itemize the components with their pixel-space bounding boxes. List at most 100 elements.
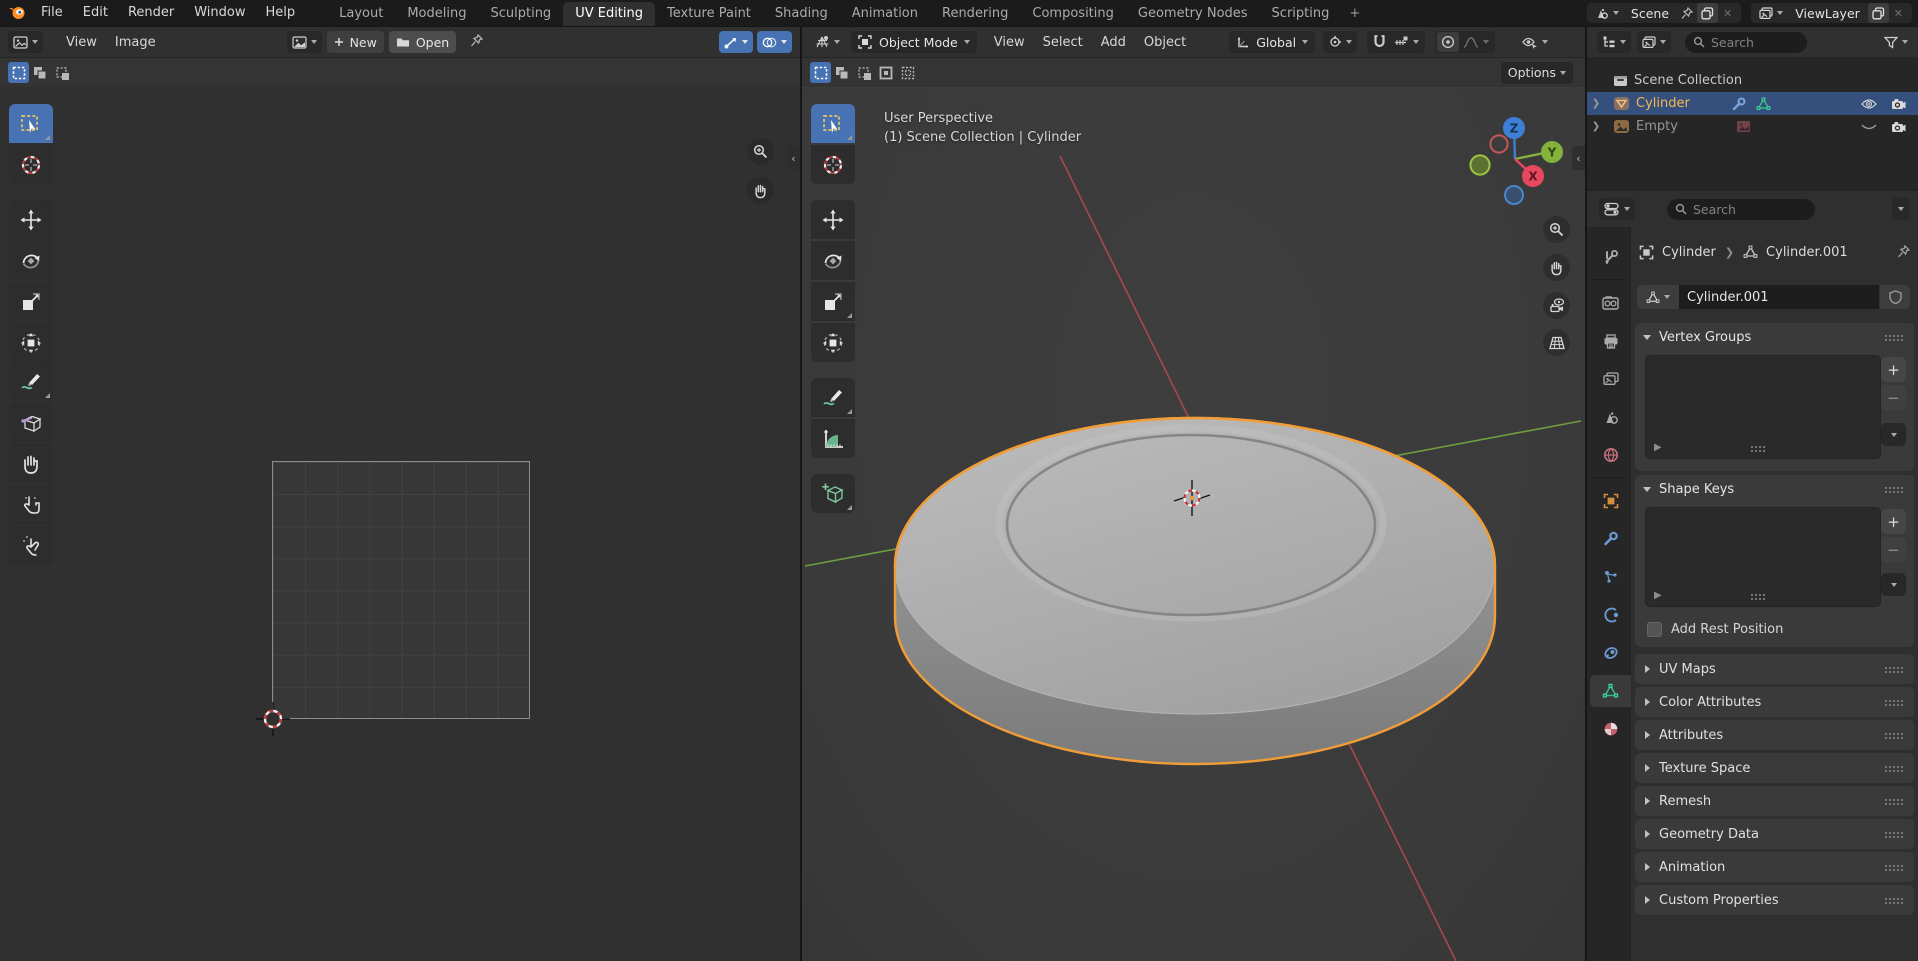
uv-show-gizmo-toggle[interactable] (719, 31, 753, 53)
uv-sidebar-toggle[interactable]: ‹ (787, 146, 800, 170)
section-custom-properties[interactable]: Custom Properties (1635, 885, 1914, 915)
cylinder-object[interactable] (895, 418, 1495, 764)
uv-tool-annotate[interactable] (9, 362, 53, 401)
vertex-groups-header[interactable]: Vertex Groups (1635, 323, 1914, 351)
uv-pin-icon[interactable] (470, 34, 483, 51)
outliner-search-input[interactable] (1711, 35, 1799, 50)
vp-menu-object[interactable]: Object (1135, 35, 1195, 50)
menu-file[interactable]: File (31, 0, 73, 26)
viewlayer-remove-button[interactable]: ✕ (1889, 7, 1908, 20)
tab-object-properties[interactable] (1590, 485, 1631, 517)
viewlayer-new-copy-button[interactable] (1868, 3, 1889, 23)
uv-zoom-button[interactable] (747, 138, 774, 165)
uv-select-mode-extend[interactable] (30, 62, 51, 83)
uv-image-browse-button[interactable] (287, 31, 322, 53)
tab-sculpting[interactable]: Sculpting (478, 2, 563, 26)
viewport-canvas[interactable]: User Perspective (1) Scene Collection | … (802, 88, 1585, 961)
modifier-wrench-icon[interactable] (1732, 97, 1746, 111)
shape-key-remove-button[interactable]: − (1881, 537, 1906, 562)
vp-tool-select-box[interactable] (811, 104, 855, 143)
vp-menu-add[interactable]: Add (1092, 35, 1135, 50)
outliner-display-mode-button[interactable] (1597, 31, 1631, 53)
shape-keys-list[interactable]: ▶ (1645, 507, 1881, 607)
vp-tool-rotate[interactable] (811, 241, 855, 280)
uv-tool-rotate[interactable] (9, 241, 53, 280)
mesh-data-icon[interactable] (1756, 97, 1771, 111)
gizmo-axis-neg-z[interactable] (1505, 186, 1523, 204)
panel-drag-grip[interactable] (1884, 334, 1904, 341)
mesh-name-field[interactable] (1679, 285, 1879, 309)
vp-tool-cursor[interactable] (811, 145, 855, 184)
blender-logo-icon[interactable] (8, 4, 27, 23)
breadcrumb-data-name[interactable]: Cylinder.001 (1766, 245, 1848, 260)
vp-tool-add-cube[interactable] (811, 474, 855, 513)
snap-toggle-magnet[interactable] (1369, 32, 1390, 52)
shape-key-add-button[interactable]: + (1881, 509, 1906, 534)
tab-scene-properties[interactable] (1590, 401, 1631, 433)
uv-tool-move[interactable] (9, 200, 53, 239)
uv-tool-select-box[interactable] (9, 104, 53, 143)
tab-particle-properties[interactable] (1590, 561, 1631, 593)
uv-tool-rip-region[interactable] (9, 403, 53, 442)
hide-in-viewport-eye-icon[interactable] (1861, 98, 1877, 110)
uv-tool-scale[interactable] (9, 282, 53, 321)
vp-sidebar-toggle[interactable]: ‹ (1572, 146, 1585, 170)
tab-animation[interactable]: Animation (840, 2, 930, 26)
transform-orientation-selector[interactable]: Global (1229, 31, 1315, 53)
vp-tool-transform[interactable] (811, 323, 855, 362)
tab-output-properties[interactable] (1590, 325, 1631, 357)
vp-select-mode-intersect[interactable] (898, 62, 919, 83)
viewlayer-icon[interactable] (1755, 3, 1787, 23)
pivot-point-selector[interactable] (1323, 31, 1357, 53)
tab-modeling[interactable]: Modeling (395, 2, 478, 26)
vp-tool-measure[interactable] (811, 419, 855, 458)
list-resize-grip[interactable] (1750, 593, 1766, 600)
vp-select-mode-extend[interactable] (832, 62, 853, 83)
viewport-editor-type-button[interactable] (810, 31, 845, 53)
hidden-eye-closed-icon[interactable] (1861, 121, 1877, 133)
outliner-filter-button[interactable] (1884, 36, 1908, 49)
tab-material-properties[interactable] (1590, 713, 1631, 745)
vp-zoom-button[interactable] (1543, 216, 1570, 243)
tab-tool-properties[interactable] (1590, 241, 1631, 273)
uv-menu-image[interactable]: Image (106, 35, 165, 50)
panel-drag-grip[interactable] (1884, 897, 1904, 904)
vp-camera-view-button[interactable] (1543, 292, 1570, 319)
uv-canvas[interactable]: ‹ (0, 88, 800, 961)
breadcrumb-pin-icon[interactable] (1897, 245, 1910, 259)
section-color-attributes[interactable]: Color Attributes (1635, 687, 1914, 717)
tab-shading[interactable]: Shading (763, 2, 840, 26)
outliner-row-cylinder[interactable]: ❯ Cylinder (1587, 92, 1918, 115)
scene-unlink-button[interactable]: ✕ (1718, 7, 1737, 20)
tab-constraint-properties[interactable] (1590, 637, 1631, 669)
uv-tool-grab[interactable] (9, 444, 53, 483)
section-geometry-data[interactable]: Geometry Data (1635, 819, 1914, 849)
uv-tool-pinch[interactable] (9, 526, 53, 565)
vp-select-mode-invert[interactable] (876, 62, 897, 83)
tab-uv-editing[interactable]: UV Editing (563, 2, 655, 26)
tab-scripting[interactable]: Scripting (1260, 2, 1342, 26)
options-button[interactable]: Options (1501, 62, 1573, 84)
vp-orthographic-toggle-button[interactable] (1543, 329, 1570, 356)
outliner-row-empty[interactable]: ❯ Empty (1587, 115, 1918, 138)
object-visibility-selector[interactable] (1517, 31, 1553, 53)
tab-geometry-nodes[interactable]: Geometry Nodes (1126, 2, 1260, 26)
panel-drag-grip[interactable] (1884, 666, 1904, 673)
menu-edit[interactable]: Edit (73, 0, 118, 26)
disable-in-renders-camera-icon[interactable] (1891, 121, 1906, 133)
snap-target-selector[interactable] (1390, 32, 1423, 52)
uv-new-image-button[interactable]: New (327, 31, 384, 53)
vp-menu-view[interactable]: View (985, 35, 1034, 50)
panel-drag-grip[interactable] (1884, 699, 1904, 706)
vp-tool-annotate[interactable] (811, 378, 855, 417)
vertex-group-specials-button[interactable] (1881, 423, 1906, 446)
proportional-edit-toggle[interactable] (1437, 32, 1459, 52)
section-texture-space[interactable]: Texture Space (1635, 753, 1914, 783)
tab-modifier-properties[interactable] (1590, 523, 1631, 555)
vp-select-mode-subtract[interactable] (854, 62, 875, 83)
uv-editor-type-button[interactable] (8, 31, 43, 53)
breadcrumb-object-name[interactable]: Cylinder (1662, 245, 1716, 260)
navigation-gizmo[interactable]: Z Y X (1461, 106, 1571, 216)
tab-render-properties[interactable] (1590, 287, 1631, 319)
vp-select-mode-new[interactable] (810, 62, 831, 83)
